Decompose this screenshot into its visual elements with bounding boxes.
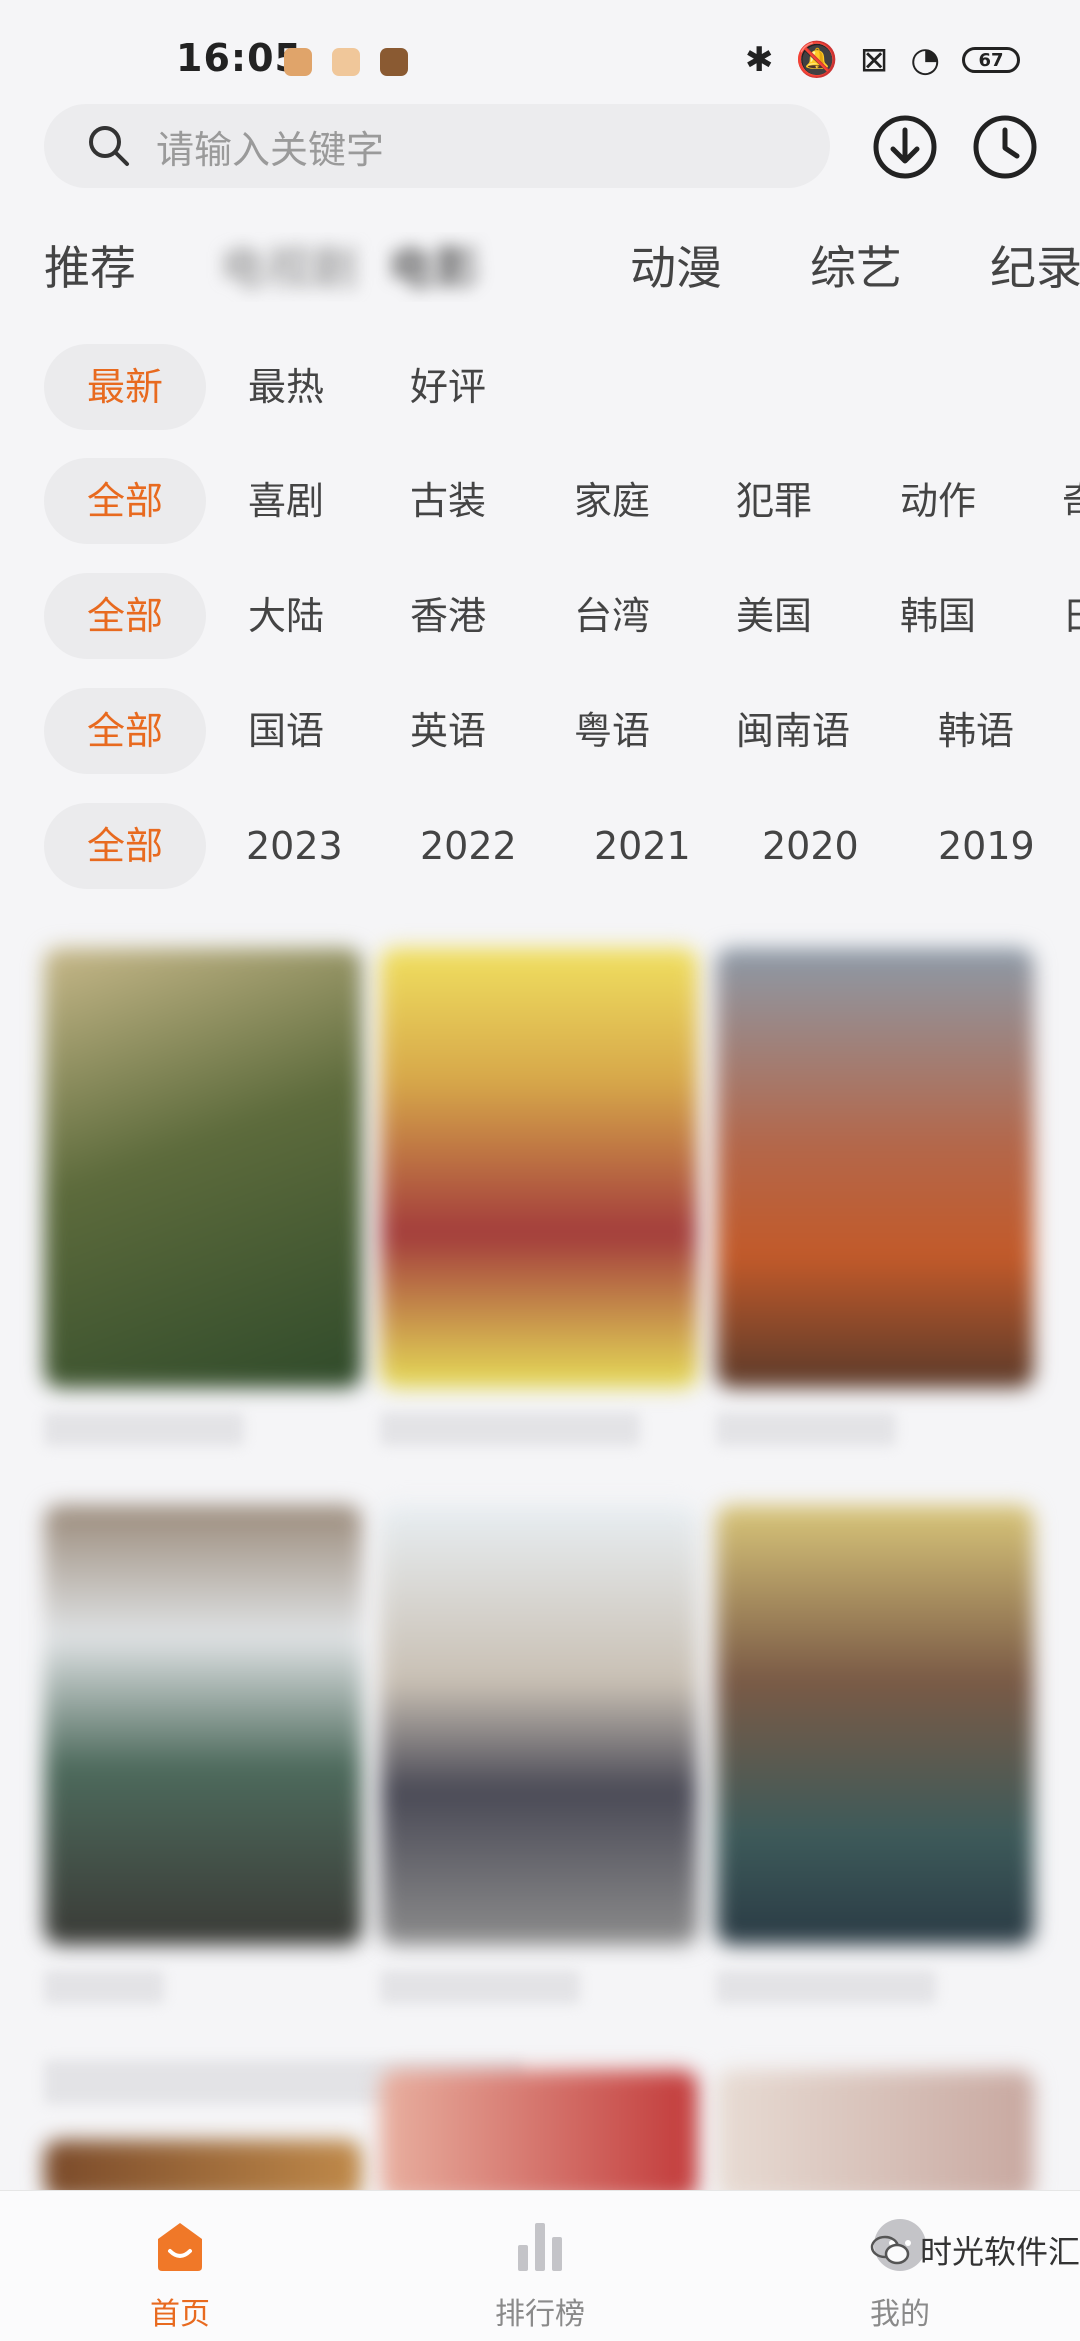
filter-row-sort: 最新 最热 好评: [0, 344, 1080, 430]
nav-ranking-label: 排行榜: [495, 2297, 585, 2332]
battery-icon: 67: [962, 47, 1020, 73]
filter-chip-newest[interactable]: 最新: [44, 344, 206, 430]
search-input[interactable]: 请输入关键字: [156, 119, 384, 174]
filter-chip[interactable]: 台湾: [574, 573, 650, 659]
filter-chip[interactable]: 家庭: [574, 458, 650, 544]
filter-chip-hottest[interactable]: 最热: [248, 344, 324, 430]
poster-card[interactable]: [380, 1505, 698, 1945]
status-bar: 16:05 ✱ 🔕 ⊠ ◔ 67: [0, 0, 1080, 110]
poster-title: [44, 1970, 164, 2004]
filter-chip[interactable]: 喜剧: [248, 458, 324, 544]
sim-icon: ⊠: [859, 40, 889, 80]
wechat-icon: [870, 2235, 910, 2265]
filter-chip-best-rated[interactable]: 好评: [410, 344, 486, 430]
history-clock-icon[interactable]: [972, 114, 1038, 180]
poster-title: [380, 1970, 580, 2004]
filter-chip-all[interactable]: 全部: [44, 803, 206, 889]
poster-card[interactable]: [716, 2070, 1034, 2200]
home-icon: [158, 2223, 202, 2271]
filter-chip-all[interactable]: 全部: [44, 458, 206, 544]
filter-chip[interactable]: 国语: [248, 688, 324, 774]
poster-title: [380, 1412, 640, 1446]
nav-home[interactable]: 首页: [80, 2191, 280, 2341]
filter-row-year: 全部 2023 2022 2021 2020 2019: [0, 803, 1080, 889]
filter-chip[interactable]: 2019: [938, 803, 1035, 889]
poster-title: [716, 1412, 896, 1446]
app-notification-icon: [380, 48, 408, 76]
tab-documentary[interactable]: 纪录: [990, 232, 1080, 298]
filter-chip[interactable]: 古装: [410, 458, 486, 544]
poster-card[interactable]: [380, 948, 698, 1388]
app-notification-icon: [284, 48, 312, 76]
poster-title: [716, 1970, 936, 2004]
nav-mine-label: 我的: [870, 2297, 930, 2332]
filter-chip[interactable]: 韩语: [938, 688, 1014, 774]
filter-chip[interactable]: 动作: [900, 458, 976, 544]
poster-card[interactable]: [716, 948, 1034, 1388]
poster-title: [44, 1412, 244, 1446]
filter-row-region: 全部 大陆 香港 台湾 美国 韩国 日: [0, 573, 1080, 659]
nav-ranking[interactable]: 排行榜: [440, 2191, 640, 2341]
filter-chip[interactable]: 粤语: [574, 688, 650, 774]
tab-tv-series[interactable]: 电视剧: [220, 232, 358, 298]
watermark: 时光软件汇: [870, 2227, 1080, 2273]
wifi-icon: ◔: [910, 40, 940, 80]
system-icons: ✱ 🔕 ⊠ ◔ 67: [745, 40, 1020, 80]
search-icon: [89, 126, 129, 166]
poster-card[interactable]: [44, 1505, 362, 1945]
battery-level: 67: [962, 47, 1020, 73]
tab-variety[interactable]: 综艺: [810, 232, 902, 298]
filter-chip[interactable]: 香港: [410, 573, 486, 659]
tab-movie[interactable]: 电影: [388, 232, 480, 298]
bottom-navigation: 首页 排行榜 我的 时光软件汇: [0, 2190, 1080, 2341]
bar-chart-icon: [518, 2223, 562, 2271]
download-icon[interactable]: [872, 114, 938, 180]
filter-chip[interactable]: 2020: [762, 803, 859, 889]
search-bar[interactable]: 请输入关键字: [44, 104, 830, 188]
category-tabs: 推荐 电视剧 电影 动漫 综艺 纪录: [0, 232, 1080, 302]
app-notification-icon: [332, 48, 360, 76]
filter-chip[interactable]: 美国: [736, 573, 812, 659]
poster-card[interactable]: [44, 948, 362, 1388]
filter-chip[interactable]: 2023: [246, 803, 343, 889]
watermark-text: 时光软件汇: [920, 2233, 1080, 2271]
mute-icon: 🔕: [795, 40, 838, 80]
poster-card[interactable]: [716, 1505, 1034, 1945]
poster-card[interactable]: [380, 2070, 698, 2200]
filter-chip[interactable]: 日: [1062, 573, 1080, 659]
filter-chip[interactable]: 闽南语: [736, 688, 850, 774]
filter-chip[interactable]: 犯罪: [736, 458, 812, 544]
filter-row-genre: 全部 喜剧 古装 家庭 犯罪 动作 奇: [0, 458, 1080, 544]
filter-row-language: 全部 国语 英语 粤语 闽南语 韩语: [0, 688, 1080, 774]
filter-chip[interactable]: 大陆: [248, 573, 324, 659]
filter-chip[interactable]: 奇: [1062, 458, 1080, 544]
notification-icons: [284, 48, 408, 76]
filter-chip-all[interactable]: 全部: [44, 688, 206, 774]
tab-recommend[interactable]: 推荐: [44, 232, 136, 298]
bluetooth-icon: ✱: [744, 40, 774, 80]
filter-chip[interactable]: 英语: [410, 688, 486, 774]
filter-chip[interactable]: 2022: [420, 803, 517, 889]
filter-chip[interactable]: 韩国: [900, 573, 976, 659]
filter-chip-all[interactable]: 全部: [44, 573, 206, 659]
tab-anime[interactable]: 动漫: [630, 232, 722, 298]
nav-home-label: 首页: [150, 2297, 210, 2332]
filter-chip[interactable]: 2021: [594, 803, 691, 889]
